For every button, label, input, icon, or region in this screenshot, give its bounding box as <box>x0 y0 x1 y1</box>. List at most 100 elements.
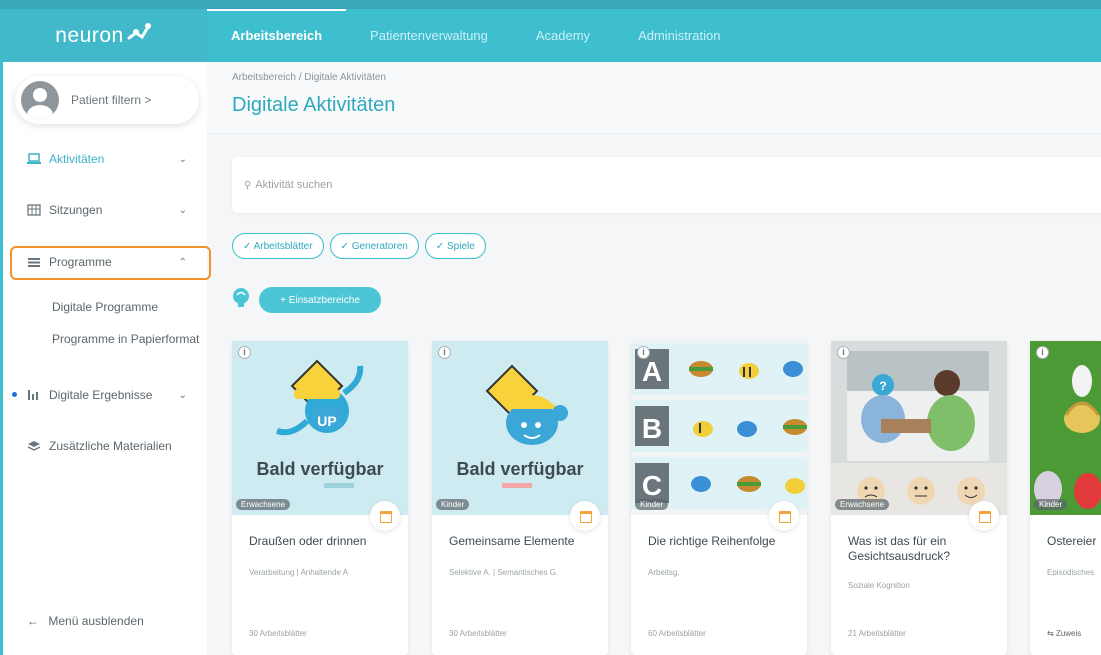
audience-tag: Erwachsene <box>835 499 890 510</box>
hide-menu-label: Menü ausblenden <box>48 614 144 628</box>
audience-tag: Kinder <box>635 499 669 510</box>
sidebar-sub-programme-papier[interactable]: Programme in Papierformat <box>52 332 199 346</box>
card-image: A B C <box>631 341 807 515</box>
svg-text:C: C <box>642 470 662 501</box>
chip-generatoren[interactable]: ✓ Generatoren <box>329 233 419 259</box>
sidebar-item-digitale-ergebnisse[interactable]: Digitale Ergebnisse ⌄ <box>27 388 197 402</box>
page-title: Digitale Aktivitäten <box>232 94 396 116</box>
sidebar-item-sitzungen[interactable]: Sitzungen ⌄ <box>27 203 197 217</box>
notification-dot <box>12 392 17 397</box>
logo[interactable]: neuron <box>0 9 207 62</box>
audience-tag: Erwachsene <box>236 499 291 510</box>
card-image: Bald verfügbar <box>432 341 608 515</box>
nav-academy[interactable]: Academy <box>512 9 614 62</box>
arrow-left-icon: ← <box>27 614 39 628</box>
search-input[interactable]: ⚲ Aktivität suchen <box>232 157 1101 213</box>
info-icon[interactable]: i <box>637 346 650 359</box>
facial-expression-illustration: ? <box>831 351 1007 515</box>
sidebar-item-zusaetzliche-materialien[interactable]: Zusätzliche Materialien <box>27 439 197 453</box>
neuron-logo-icon <box>127 22 151 39</box>
info-icon[interactable]: i <box>837 346 850 359</box>
svg-text:?: ? <box>879 379 886 393</box>
sidebar-item-aktivitaeten[interactable]: Aktivitäten ⌄ <box>27 152 197 166</box>
activity-card[interactable]: A B C i Kinder Die richtige Reihenfolge … <box>631 341 807 655</box>
card-subtitle: Selektive A. | Semantisches G. <box>449 568 559 577</box>
activity-card[interactable]: i Kinder Ostereier Episodisches ⇆ Zuweis <box>1030 341 1101 655</box>
card-title: Gemeinsame Elemente <box>449 534 575 548</box>
chevron-down-icon: ⌄ <box>178 153 187 165</box>
card-subtitle: Arbeitsg. <box>648 568 680 577</box>
search-placeholder: Aktivität suchen <box>255 179 333 191</box>
svg-text:UP: UP <box>317 413 336 429</box>
svg-text:A: A <box>642 356 662 387</box>
card-count: 21 Arbeitsblätter <box>848 629 906 638</box>
laptop-icon <box>27 153 41 164</box>
filter-chips: ✓ Arbeitsblätter ✓ Generatoren ✓ Spiele <box>232 233 486 259</box>
nav-arbeitsbereich[interactable]: Arbeitsbereich <box>207 9 347 62</box>
grid-icon <box>27 204 41 216</box>
chevron-down-icon: ⌄ <box>178 389 187 401</box>
avatar <box>21 81 59 119</box>
search-icon: ⚲ <box>244 179 252 191</box>
main-nav: Arbeitsbereich Patientenverwaltung Acade… <box>207 9 744 62</box>
assign-button[interactable]: ⇆ Zuweis <box>1047 629 1081 638</box>
card-count: 60 Arbeitsblätter <box>648 629 706 638</box>
audience-tag: Kinder <box>1034 499 1068 510</box>
main-content: Arbeitsbereich / Digitale Aktivitäten Di… <box>207 62 1101 655</box>
breadcrumb[interactable]: Arbeitsbereich / Digitale Aktivitäten <box>232 72 386 83</box>
chip-arbeitsblaetter[interactable]: ✓ Arbeitsblätter <box>232 233 324 259</box>
nav-patientenverwaltung[interactable]: Patientenverwaltung <box>346 9 512 62</box>
bar-chart-icon <box>28 390 38 400</box>
card-image <box>1030 341 1101 515</box>
coming-soon-label: Bald verfügbar <box>456 459 584 479</box>
card-subtitle: Soziale Kognition <box>848 581 910 590</box>
card-subtitle: Episodisches <box>1047 568 1095 577</box>
chevron-up-icon: ⌃ <box>178 256 187 268</box>
card-title: Die richtige Reihenfolge <box>648 534 776 548</box>
sequence-worksheet-illustration: A B C <box>631 343 807 509</box>
coming-soon-label: Bald verfügbar <box>256 459 384 479</box>
sidebar-item-programme[interactable]: Programme ⌃ <box>27 255 197 269</box>
construction-sign-illustration <box>485 364 568 488</box>
einsatzbereiche-button[interactable]: + Einsatzbereiche <box>259 287 381 313</box>
patient-filter-button[interactable]: Patient filtern > <box>15 76 199 124</box>
list-icon <box>28 258 40 267</box>
sidebar-item-label: Zusätzliche Materialien <box>49 439 172 453</box>
layers-icon <box>27 441 41 451</box>
audience-tag: Kinder <box>436 499 470 510</box>
activity-card[interactable]: UP Bald verfügbar i Erwachsene Draußen o… <box>232 341 408 655</box>
logo-text: neuron <box>55 23 124 47</box>
book-icon[interactable] <box>769 501 799 531</box>
card-title: Was ist das für ein Gesichtsausdruck? <box>848 534 951 563</box>
nav-administration[interactable]: Administration <box>614 9 744 62</box>
card-image: UP Bald verfügbar <box>232 341 408 515</box>
construction-sign-illustration: UP <box>276 359 364 488</box>
info-icon[interactable]: i <box>238 346 251 359</box>
card-subtitle: Verarbeitung | Anhaltende A <box>249 568 349 577</box>
assign-icon: ⇆ <box>1047 629 1054 638</box>
info-icon[interactable]: i <box>438 346 451 359</box>
card-count: 30 Arbeitsblätter <box>249 629 307 638</box>
assign-label: Zuweis <box>1055 629 1082 638</box>
brain-bulb-icon <box>233 288 249 307</box>
chip-spiele[interactable]: ✓ Spiele <box>424 233 486 259</box>
book-icon[interactable] <box>570 501 600 531</box>
book-icon[interactable] <box>370 501 400 531</box>
activity-card[interactable]: Bald verfügbar i Kinder Gemeinsame Eleme… <box>432 341 608 655</box>
sidebar: Patient filtern > Aktivitäten ⌄ Sitzunge… <box>0 62 211 655</box>
patient-filter-label: Patient filtern > <box>71 93 152 107</box>
book-icon[interactable] <box>969 501 999 531</box>
sidebar-sub-digitale-programme[interactable]: Digitale Programme <box>52 300 158 314</box>
easter-eggs-illustration <box>1034 365 1101 509</box>
hide-menu-button[interactable]: ← Menü ausblenden <box>27 614 144 628</box>
sidebar-item-label: Aktivitäten <box>49 152 105 166</box>
card-title: Ostereier <box>1047 534 1097 548</box>
info-icon[interactable]: i <box>1036 346 1049 359</box>
sidebar-item-label: Sitzungen <box>49 203 103 217</box>
card-image: ? <box>831 341 1007 515</box>
card-title: Draußen oder drinnen <box>249 534 367 548</box>
card-count: 30 Arbeitsblätter <box>449 629 507 638</box>
sidebar-item-label: Programme <box>49 255 112 269</box>
svg-text:B: B <box>642 413 662 444</box>
activity-card[interactable]: ? i Erwachsene Was ist das für ein Gesic… <box>831 341 1007 655</box>
